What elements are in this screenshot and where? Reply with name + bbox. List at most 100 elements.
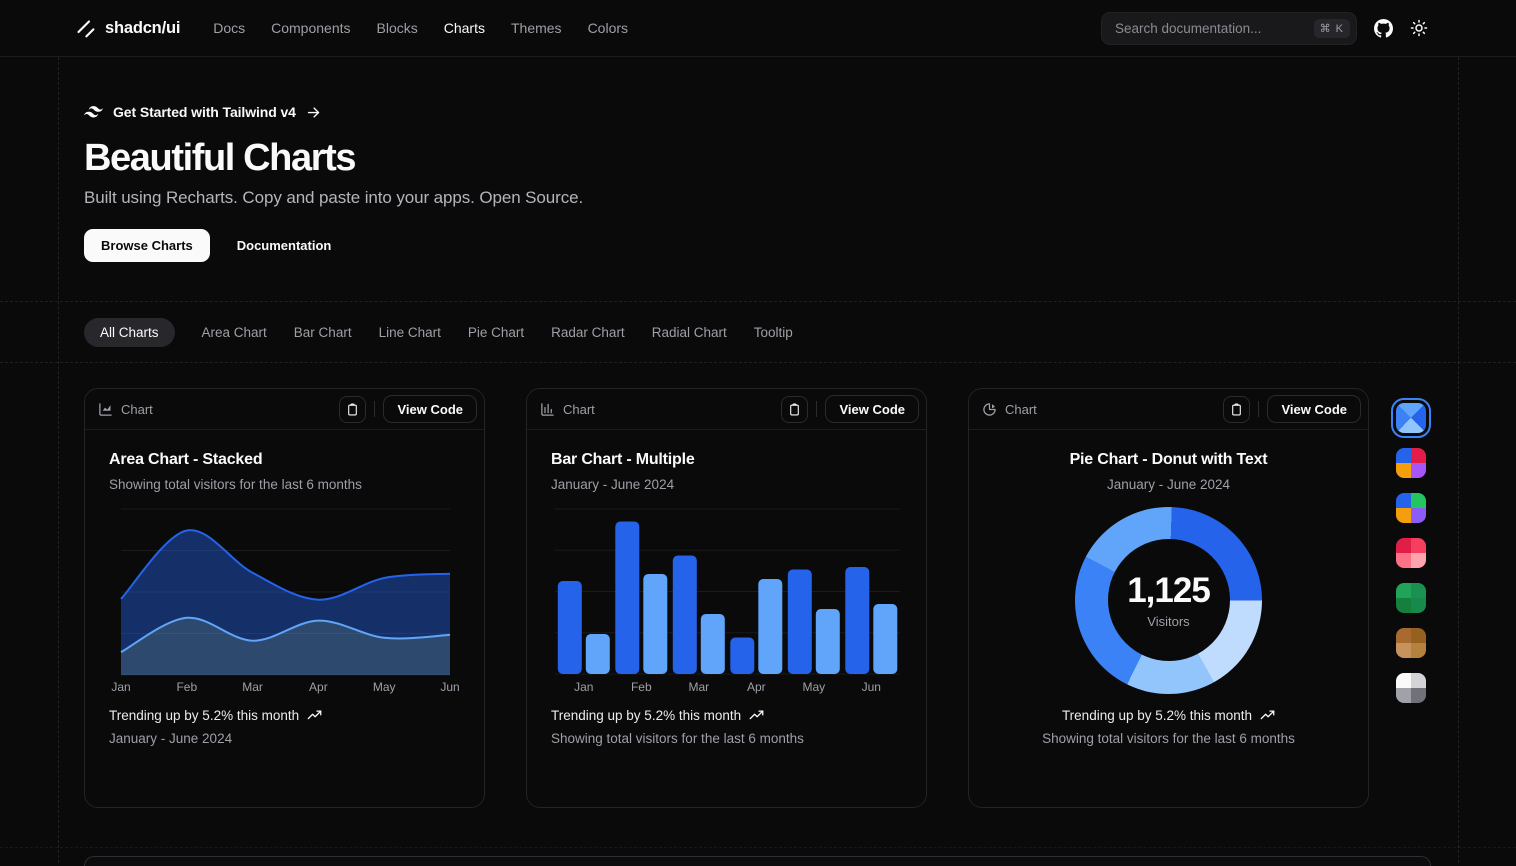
tab-radar-chart[interactable]: Radar Chart	[551, 325, 625, 340]
footer-subtext: Showing total visitors for the last 6 mo…	[1042, 731, 1295, 746]
footer-subtext: Showing total visitors for the last 6 mo…	[551, 731, 902, 746]
trend-text: Trending up by 5.2% this month	[109, 708, 460, 723]
view-code-button[interactable]: View Code	[383, 395, 477, 423]
card-toolbar: Chart View Code	[527, 389, 926, 430]
card-toolbar: Chart View Code	[85, 389, 484, 430]
chart-card-description: January - June 2024	[1107, 477, 1230, 492]
tailwind-v4-announcement-link[interactable]: Get Started with Tailwind v4	[84, 102, 1516, 122]
theme-swatch-rail	[1396, 403, 1426, 703]
nav-link-colors[interactable]: Colors	[588, 20, 628, 36]
clipboard-icon	[1230, 403, 1243, 416]
tab-all-charts[interactable]: All Charts	[84, 318, 175, 347]
trending-up-icon	[1260, 708, 1275, 723]
page-subtitle: Built using Recharts. Copy and paste int…	[84, 188, 1516, 208]
announcement-text: Get Started with Tailwind v4	[113, 104, 296, 120]
theme-swatch-multi[interactable]	[1396, 493, 1426, 523]
toolbar-divider	[1258, 401, 1259, 417]
svg-text:Jan: Jan	[111, 680, 130, 694]
chart-type-tabs: All Charts Area Chart Bar Chart Line Cha…	[0, 301, 1516, 363]
next-row-card-top	[84, 856, 1431, 866]
footer-subtext: January - June 2024	[109, 731, 460, 746]
page-title: Beautiful Charts	[84, 136, 1516, 180]
nav-link-docs[interactable]: Docs	[213, 20, 245, 36]
tab-pie-chart[interactable]: Pie Chart	[468, 325, 524, 340]
chart-card-title: Bar Chart - Multiple	[551, 451, 902, 469]
trend-text: Trending up by 5.2% this month	[551, 708, 902, 723]
arrow-right-icon	[306, 105, 321, 120]
toolbar-divider	[374, 401, 375, 417]
copy-code-button[interactable]	[781, 396, 808, 423]
shadcn-logo-icon	[75, 18, 96, 39]
nav-link-charts[interactable]: Charts	[444, 20, 485, 36]
card-toolbar-label: Chart	[563, 402, 595, 417]
card-toolbar-label: Chart	[121, 402, 153, 417]
toolbar-divider	[816, 401, 817, 417]
svg-text:May: May	[373, 680, 396, 694]
grouped-bar-chart: JanFebMarAprMayJun	[551, 505, 904, 695]
stacked-area-chart: Jan Feb Mar Apr May Jun	[109, 505, 462, 695]
browse-charts-button[interactable]: Browse Charts	[84, 229, 210, 262]
nav-link-themes[interactable]: Themes	[511, 20, 562, 36]
svg-text:Jun: Jun	[862, 680, 881, 694]
chart-pie-icon	[982, 402, 997, 417]
brand-name: shadcn/ui	[105, 19, 180, 38]
theme-swatch-rose[interactable]	[1396, 538, 1426, 568]
donut-total-value: 1,125	[1127, 571, 1210, 611]
chart-card-title: Pie Chart - Donut with Text	[1070, 451, 1268, 469]
tab-tooltip[interactable]: Tooltip	[754, 325, 793, 340]
theme-swatch-amber[interactable]	[1396, 628, 1426, 658]
card-toolbar-label: Chart	[1005, 402, 1037, 417]
theme-swatch-blue[interactable]	[1396, 403, 1426, 433]
search-box[interactable]: ⌘ K	[1101, 12, 1357, 45]
trending-up-icon	[307, 708, 322, 723]
pie-chart-card: Chart View Code Pie Chart - Donut with T…	[968, 388, 1369, 808]
search-input[interactable]	[1115, 21, 1314, 36]
copy-code-button[interactable]	[339, 396, 366, 423]
github-button[interactable]	[1374, 19, 1393, 38]
donut-chart: 1,125 Visitors	[1075, 507, 1262, 694]
tab-bar-chart[interactable]: Bar Chart	[294, 325, 352, 340]
svg-text:Jan: Jan	[574, 680, 593, 694]
tab-area-chart[interactable]: Area Chart	[202, 325, 267, 340]
tab-line-chart[interactable]: Line Chart	[379, 325, 441, 340]
search-shortcut-kbd: ⌘ K	[1314, 19, 1350, 38]
github-icon	[1374, 19, 1393, 38]
donut-total-label: Visitors	[1147, 614, 1189, 629]
svg-text:Feb: Feb	[176, 680, 197, 694]
theme-swatch-gray[interactable]	[1396, 673, 1426, 703]
hero-section: Get Started with Tailwind v4 Beautiful C…	[0, 57, 1516, 301]
documentation-button[interactable]: Documentation	[220, 229, 349, 262]
sun-icon	[1410, 19, 1428, 37]
view-code-button[interactable]: View Code	[1267, 395, 1361, 423]
chart-card-description: Showing total visitors for the last 6 mo…	[109, 477, 460, 492]
tailwind-icon	[84, 106, 103, 118]
clipboard-icon	[346, 403, 359, 416]
chart-card-description: January - June 2024	[551, 477, 902, 492]
brand-home-link[interactable]: shadcn/ui	[75, 18, 180, 39]
svg-text:Jun: Jun	[440, 680, 459, 694]
theme-toggle-button[interactable]	[1410, 19, 1428, 37]
chart-card-title: Area Chart - Stacked	[109, 451, 460, 469]
donut-center: 1,125 Visitors	[1108, 539, 1230, 661]
svg-text:Apr: Apr	[747, 680, 766, 694]
svg-text:Mar: Mar	[242, 680, 263, 694]
svg-text:Mar: Mar	[688, 680, 709, 694]
nav-link-components[interactable]: Components	[271, 20, 350, 36]
theme-swatch-default[interactable]	[1396, 448, 1426, 478]
tab-radial-chart[interactable]: Radial Chart	[652, 325, 727, 340]
charts-grid: Chart View Code Area Chart - Stacked Sho…	[0, 363, 1516, 863]
nav-link-blocks[interactable]: Blocks	[377, 20, 418, 36]
theme-swatch-green[interactable]	[1396, 583, 1426, 613]
svg-text:Apr: Apr	[309, 680, 328, 694]
clipboard-icon	[788, 403, 801, 416]
section-divider	[0, 847, 1516, 848]
area-chart-card: Chart View Code Area Chart - Stacked Sho…	[84, 388, 485, 808]
bar-chart-card: Chart View Code Bar Chart - Multiple Jan…	[526, 388, 927, 808]
trend-text: Trending up by 5.2% this month	[1062, 708, 1275, 723]
copy-code-button[interactable]	[1223, 396, 1250, 423]
chart-area-icon	[98, 402, 113, 417]
card-toolbar: Chart View Code	[969, 389, 1368, 430]
svg-text:Feb: Feb	[631, 680, 652, 694]
top-navbar: shadcn/ui Docs Components Blocks Charts …	[0, 0, 1516, 57]
view-code-button[interactable]: View Code	[825, 395, 919, 423]
